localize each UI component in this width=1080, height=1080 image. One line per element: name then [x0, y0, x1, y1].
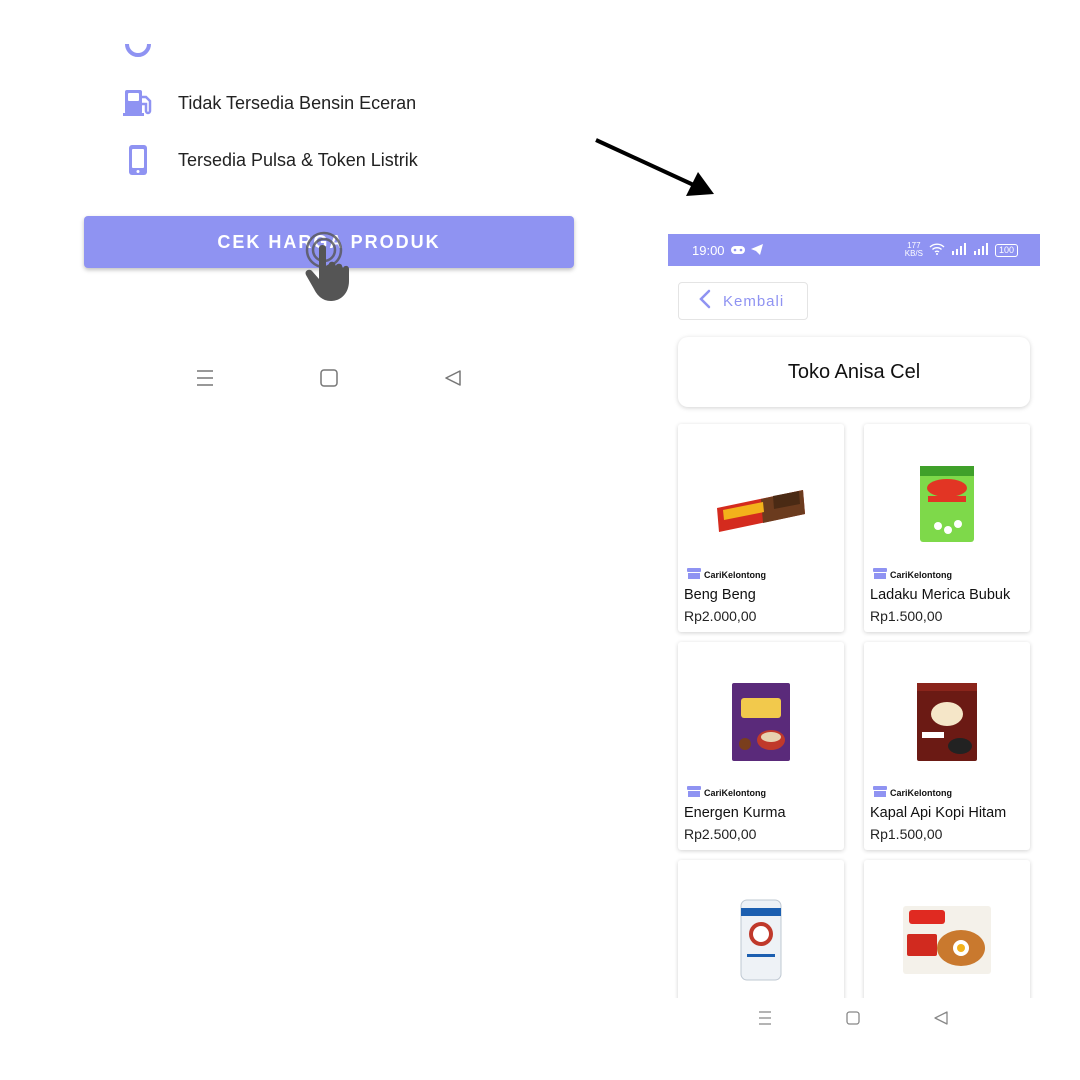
product-price: Rp1.500,00: [870, 826, 943, 842]
product-price: Rp1.500,00: [870, 608, 943, 624]
right-nav-bar: [756, 1010, 950, 1026]
shop-icon: [873, 568, 887, 581]
fuel-pump-icon: [120, 85, 156, 121]
product-grid: CariKelontong Beng Beng Rp2.000,00 CariK…: [678, 424, 1030, 998]
brand-tag: CariKelontong: [873, 568, 952, 581]
tap-hand-icon: [300, 226, 380, 306]
product-card-beng-beng[interactable]: CariKelontong Beng Beng Rp2.000,00: [678, 424, 844, 632]
product-image: [678, 444, 844, 564]
product-card-ladaku[interactable]: CariKelontong Ladaku Merica Bubuk Rp1.50…: [864, 424, 1030, 632]
shop-icon: [873, 786, 887, 799]
brand-tag: CariKelontong: [687, 568, 766, 581]
gamepad-icon: [730, 243, 745, 258]
wifi-icon: [929, 242, 945, 258]
signal-icon: [973, 242, 989, 258]
product-card-energen[interactable]: CariKelontong Energen Kurma Rp2.500,00: [678, 642, 844, 850]
product-name: Kapal Api Kopi Hitam: [870, 805, 1007, 821]
product-price: Rp2.500,00: [684, 826, 757, 842]
home-icon[interactable]: [318, 368, 340, 388]
brand-tag: CariKelontong: [873, 786, 952, 799]
info-row-label: Tersedia Pulsa & Token Listrik: [178, 149, 418, 170]
signal-icon: [951, 242, 967, 258]
product-price: Rp2.000,00: [684, 608, 757, 624]
status-bar: 19:00 177 KB/S 100: [668, 234, 1040, 266]
phone-icon: [120, 142, 156, 178]
product-card-indomie[interactable]: [864, 860, 1030, 998]
brand-tag: CariKelontong: [687, 786, 766, 799]
product-name: Energen Kurma: [684, 805, 786, 821]
partial-icon: [124, 44, 152, 58]
left-nav-bar: [194, 368, 464, 388]
product-name: Beng Beng: [684, 587, 756, 603]
info-row-pulsa: Tersedia Pulsa & Token Listrik: [120, 142, 418, 178]
product-card-kapal-api[interactable]: CariKelontong Kapal Api Kopi Hitam Rp1.5…: [864, 642, 1030, 850]
menu-icon[interactable]: [194, 368, 216, 388]
product-image: [864, 444, 1030, 564]
home-icon[interactable]: [844, 1010, 862, 1026]
product-image: [864, 880, 1030, 998]
transition-arrow: [590, 132, 720, 202]
kembali-label: Kembali: [723, 292, 785, 310]
shop-icon: [687, 568, 701, 581]
network-speed: 177 KB/S: [904, 241, 923, 258]
phone-screen: 19:00 177 KB/S 100 Kembali Toko Anisa Ce…: [668, 234, 1040, 998]
battery-icon: 100: [994, 243, 1018, 257]
product-image: [678, 662, 844, 782]
product-image: [864, 662, 1030, 782]
back-icon[interactable]: [932, 1010, 950, 1026]
store-name-card: Toko Anisa Cel: [678, 337, 1030, 407]
chevron-left-icon: [699, 289, 711, 313]
kembali-button[interactable]: Kembali: [678, 282, 808, 320]
product-image: [678, 880, 844, 998]
store-name: Toko Anisa Cel: [787, 360, 921, 383]
shop-icon: [687, 786, 701, 799]
product-name: Ladaku Merica Bubuk: [870, 587, 1011, 603]
menu-icon[interactable]: [756, 1010, 774, 1026]
product-card-susu-beruang[interactable]: [678, 860, 844, 998]
info-row-bensin: Tidak Tersedia Bensin Eceran: [120, 85, 416, 121]
telegram-icon: [750, 243, 763, 258]
info-row-label: Tidak Tersedia Bensin Eceran: [178, 92, 417, 113]
back-icon[interactable]: [442, 368, 464, 388]
clock: 19:00: [692, 242, 725, 258]
